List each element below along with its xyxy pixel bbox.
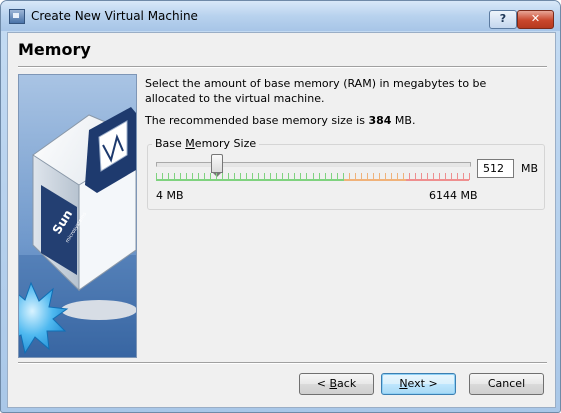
footer-divider bbox=[18, 362, 547, 364]
memory-slider-handle[interactable] bbox=[210, 154, 223, 177]
memory-max-label: 6144 MB bbox=[429, 189, 478, 202]
header-divider bbox=[18, 66, 547, 68]
recommended-suffix: MB. bbox=[391, 114, 416, 127]
memory-slider-ticks bbox=[156, 173, 470, 181]
slider-range-band bbox=[343, 179, 407, 181]
page-title: Memory bbox=[18, 40, 91, 59]
memory-unit-label: MB bbox=[521, 162, 539, 175]
virtualbox-app-icon bbox=[9, 9, 25, 24]
recommended-value: 384 bbox=[368, 114, 392, 127]
recommended-memory-text: The recommended base memory size is 384 … bbox=[145, 114, 415, 127]
button-accelerator: B bbox=[329, 377, 338, 390]
label-accelerator: M bbox=[185, 137, 195, 150]
button-label-part: < bbox=[316, 377, 330, 390]
title-bar[interactable]: Create New Virtual Machine ? ✕ bbox=[1, 1, 560, 31]
recommended-prefix: The recommended base memory size is bbox=[145, 114, 369, 127]
slider-tick bbox=[469, 173, 470, 180]
base-memory-label: Base Memory Size bbox=[152, 137, 260, 150]
back-button[interactable]: < Back bbox=[299, 373, 374, 395]
memory-size-input[interactable] bbox=[477, 159, 514, 178]
memory-slider-track[interactable] bbox=[156, 162, 471, 167]
button-accelerator: N bbox=[399, 377, 408, 390]
label-part: Base bbox=[155, 137, 186, 150]
slider-range-band bbox=[156, 179, 344, 181]
wizard-side-image: Sun microsystems bbox=[18, 74, 137, 358]
window-title: Create New Virtual Machine bbox=[31, 9, 198, 23]
description-text: Select the amount of base memory (RAM) i… bbox=[145, 76, 535, 106]
cancel-button[interactable]: Cancel bbox=[469, 373, 544, 395]
button-label-part: ack bbox=[337, 377, 357, 390]
memory-min-label: 4 MB bbox=[156, 189, 184, 202]
wizard-page: Memory Sun microsystems Select the amoun… bbox=[7, 32, 556, 408]
description-paragraph: Select the amount of base memory (RAM) i… bbox=[145, 77, 487, 105]
virtualbox-sun-illustration: Sun microsystems bbox=[19, 75, 136, 357]
button-label-part: ext > bbox=[407, 377, 438, 390]
wizard-window: Create New Virtual Machine ? ✕ Memory Su… bbox=[0, 0, 561, 413]
close-button[interactable]: ✕ bbox=[517, 10, 554, 29]
help-button[interactable]: ? bbox=[489, 10, 517, 29]
slider-range-band bbox=[406, 179, 469, 181]
next-button[interactable]: Next > bbox=[381, 373, 456, 395]
label-part: emory Size bbox=[194, 137, 257, 150]
